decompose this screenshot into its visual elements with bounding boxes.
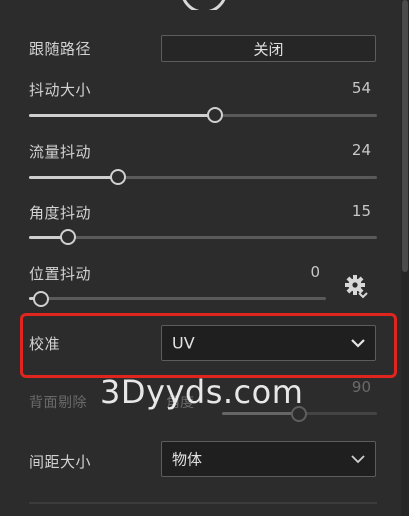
jitter-size-fill <box>29 114 215 117</box>
highlight-box <box>20 313 397 378</box>
angle-jitter-slider[interactable] <box>29 236 377 239</box>
flow-jitter-slider[interactable] <box>29 176 377 179</box>
flow-jitter-value: 24 <box>351 141 371 159</box>
jitter-size-label: 抖动大小 <box>29 81 92 99</box>
divider <box>29 502 377 504</box>
watermark-text: 3Dyyds.com <box>100 373 304 411</box>
follow-path-label: 跟随路径 <box>29 40 92 58</box>
gear-icon[interactable] <box>344 274 370 300</box>
angle-jitter-label: 角度抖动 <box>29 204 92 222</box>
position-jitter-slider[interactable] <box>29 297 326 300</box>
jitter-size-value: 54 <box>351 79 371 97</box>
jitter-size-thumb[interactable] <box>207 107 223 123</box>
position-jitter-value: 0 <box>310 263 320 281</box>
flow-jitter-thumb[interactable] <box>110 169 126 185</box>
backface-cull-value: 90 <box>351 378 371 396</box>
follow-path-toggle[interactable]: 关闭 <box>161 35 376 62</box>
follow-path-value: 关闭 <box>253 40 284 58</box>
spacing-size-label: 间距大小 <box>29 453 92 471</box>
flow-jitter-label: 流量抖动 <box>29 143 92 161</box>
brush-preview-icon <box>182 0 226 10</box>
angle-jitter-thumb[interactable] <box>60 229 76 245</box>
backface-cull-label: 背面剔除 <box>29 395 87 411</box>
position-jitter-label: 位置抖动 <box>29 265 92 283</box>
jitter-size-slider[interactable] <box>29 114 377 117</box>
scrollbar[interactable] <box>401 0 409 516</box>
flow-jitter-fill <box>29 176 118 179</box>
angle-jitter-value: 15 <box>351 202 371 220</box>
chevron-down-icon <box>351 455 365 464</box>
spacing-size-select[interactable]: 物体 <box>161 441 376 477</box>
position-jitter-thumb[interactable] <box>33 291 49 307</box>
backface-cull-fill <box>222 412 292 415</box>
spacing-size-value: 物体 <box>172 450 203 469</box>
scrollbar-thumb[interactable] <box>402 0 408 272</box>
